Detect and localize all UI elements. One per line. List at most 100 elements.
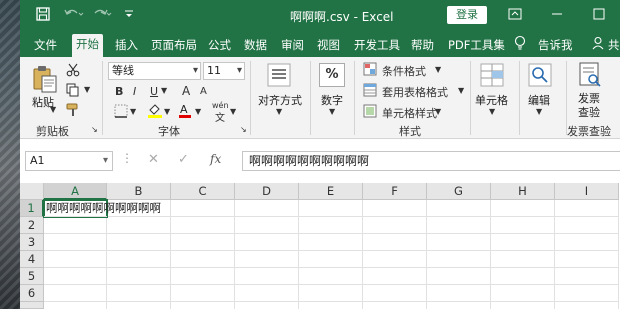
redo-icon[interactable] [92, 7, 112, 23]
login-button[interactable]: 登录 [447, 6, 487, 24]
table-dropdown-icon[interactable]: ▼ [458, 86, 464, 95]
row-header-6[interactable]: 6 [20, 285, 44, 302]
minimize-icon[interactable] [550, 7, 566, 23]
cells-dropdown-icon[interactable]: ▼ [489, 107, 495, 116]
grid-cell[interactable] [44, 217, 107, 234]
grid-cell[interactable] [363, 251, 427, 268]
column-header-b[interactable]: B [107, 183, 171, 200]
column-header-c[interactable]: C [171, 183, 235, 200]
format-painter-icon[interactable] [66, 103, 80, 117]
share-label[interactable]: 共 [604, 35, 620, 57]
number-format-button[interactable]: 数字 [321, 92, 343, 108]
grid-cell[interactable] [107, 285, 171, 302]
column-header-a[interactable]: A [44, 183, 107, 200]
grid-cell[interactable] [555, 251, 619, 268]
grid-cell[interactable] [107, 302, 171, 309]
font-size-combo[interactable]: 11 ▾ [203, 62, 245, 80]
alignment-dropdown-icon[interactable]: ▼ [276, 107, 282, 116]
row-header-2[interactable]: 2 [20, 217, 44, 234]
enter-icon[interactable]: ✓ [178, 152, 189, 167]
name-box[interactable]: A1 ▾ [25, 151, 113, 171]
grid-cell[interactable] [363, 234, 427, 251]
grid-cell[interactable] [299, 302, 363, 309]
grid-cell[interactable] [555, 268, 619, 285]
grid-cell[interactable] [299, 200, 363, 217]
conditional-formatting-icon[interactable] [363, 62, 377, 76]
grid-cell[interactable] [491, 200, 555, 217]
grid-cell[interactable] [555, 200, 619, 217]
grid-cell[interactable] [171, 285, 235, 302]
alignment-icon[interactable] [267, 63, 291, 87]
tab-insert[interactable]: 插入 [111, 35, 142, 57]
italic-button[interactable]: I [133, 85, 136, 98]
editing-search-icon[interactable] [528, 63, 552, 87]
grow-font-button[interactable]: A [182, 84, 190, 98]
formula-bar-grip-icon[interactable]: ⋮ [121, 151, 133, 165]
tab-data[interactable]: 数据 [240, 35, 271, 57]
font-color-icon[interactable]: A [178, 102, 192, 118]
shrink-font-button[interactable]: A [200, 86, 207, 97]
invoice-check-icon[interactable] [578, 62, 602, 88]
grid-cell[interactable] [427, 234, 491, 251]
editing-button[interactable]: 编辑 [528, 92, 550, 108]
row-header-7[interactable] [20, 302, 44, 309]
grid-cell[interactable] [427, 302, 491, 309]
column-header-d[interactable]: D [235, 183, 299, 200]
cell-styles-icon[interactable] [363, 104, 377, 118]
grid-cell[interactable] [107, 251, 171, 268]
underline-button[interactable]: U [150, 85, 158, 98]
grid-cell[interactable] [427, 217, 491, 234]
grid-cell[interactable] [107, 217, 171, 234]
grid-cell[interactable] [235, 200, 299, 217]
grid-cell[interactable] [44, 285, 107, 302]
undo-icon[interactable] [64, 7, 84, 23]
row-header-5[interactable]: 5 [20, 268, 44, 285]
tab-review[interactable]: 审阅 [277, 35, 308, 57]
tab-developer[interactable]: 开发工具 [350, 35, 404, 57]
grid-cell[interactable] [299, 234, 363, 251]
font-name-combo[interactable]: 等线 ▾ [108, 62, 201, 80]
column-header-e[interactable]: E [299, 183, 363, 200]
customize-qat-icon[interactable] [124, 7, 140, 23]
column-header-g[interactable]: G [427, 183, 491, 200]
grid-cell[interactable] [299, 268, 363, 285]
percent-icon[interactable]: % [319, 63, 345, 87]
font-launcher-icon[interactable]: ↘ [240, 125, 247, 134]
cell-a1[interactable]: 啊啊啊啊啊啊啊啊啊啊 [44, 200, 161, 217]
cells-icon[interactable] [480, 63, 504, 87]
grid-cell[interactable] [427, 200, 491, 217]
grid-cell[interactable] [555, 217, 619, 234]
conditional-dropdown-icon[interactable]: ▼ [435, 65, 441, 74]
select-all-button[interactable] [20, 183, 44, 200]
grid-cell[interactable] [235, 234, 299, 251]
clipboard-launcher-icon[interactable]: ↘ [91, 125, 98, 134]
grid-cell[interactable] [171, 234, 235, 251]
number-dropdown-icon[interactable]: ▼ [329, 107, 335, 116]
tab-help[interactable]: 帮助 [407, 35, 438, 57]
conditional-formatting-button[interactable]: 条件格式 [382, 63, 426, 79]
cells-button[interactable]: 单元格 [475, 92, 508, 108]
bold-button[interactable]: B [115, 85, 123, 98]
grid-cell[interactable] [235, 302, 299, 309]
insert-function-icon[interactable]: fx [210, 152, 221, 166]
tab-home[interactable]: 开始 [72, 34, 103, 57]
maximize-icon[interactable] [592, 7, 608, 23]
grid-cell[interactable] [171, 217, 235, 234]
save-icon[interactable] [36, 7, 52, 23]
grid-cell[interactable] [171, 302, 235, 309]
invoice-check-label-2[interactable]: 查验 [578, 104, 600, 120]
tell-me-search[interactable]: 告诉我 [534, 35, 577, 57]
grid-cell[interactable] [299, 217, 363, 234]
cell-styles-button[interactable]: 单元格样式 [382, 105, 437, 121]
grid-cell[interactable] [427, 285, 491, 302]
grid-cell[interactable] [555, 234, 619, 251]
copy-icon[interactable] [66, 83, 82, 97]
grid-cell[interactable] [363, 217, 427, 234]
font-color-dropdown-icon[interactable]: ▼ [195, 107, 201, 116]
fill-color-icon[interactable] [147, 102, 163, 118]
cancel-icon[interactable]: ✕ [148, 152, 159, 167]
fill-color-dropdown-icon[interactable]: ▼ [164, 107, 170, 116]
grid-cell[interactable] [555, 302, 619, 309]
grid-cell[interactable] [235, 217, 299, 234]
paste-dropdown-icon[interactable]: ▼ [50, 105, 56, 114]
